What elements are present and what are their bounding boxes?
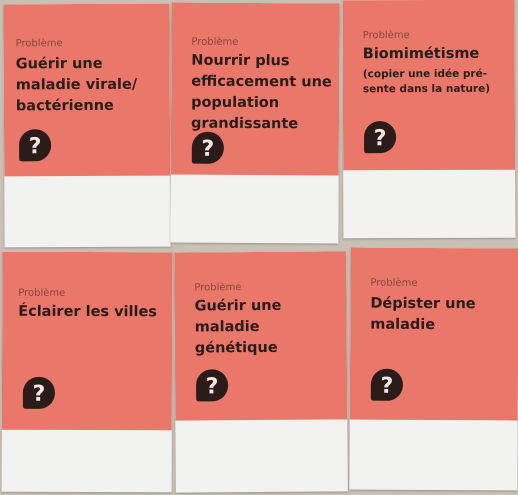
card-title: Éclairer les villes xyxy=(18,303,157,321)
problem-card: Problème Guérir une maladie virale/ bact… xyxy=(3,3,171,248)
svg-text:?: ? xyxy=(206,374,219,399)
question-badge-icon: ? xyxy=(363,120,397,154)
card-subtitle: (copier une idée pré-sente dans la natur… xyxy=(362,67,491,96)
card-kicker: Problème xyxy=(194,282,242,294)
svg-text:?: ? xyxy=(380,374,393,399)
card-title: Guérir une maladie génétique xyxy=(194,297,282,357)
card-title-block: Biomimétisme (copier une idée pré-sente … xyxy=(363,44,509,98)
card-kicker: Problème xyxy=(362,30,410,42)
card-title: Biomimétisme xyxy=(362,45,480,63)
svg-text:?: ? xyxy=(201,137,214,162)
problem-card: Problème Éclairer les villes ? xyxy=(1,251,173,493)
svg-text:?: ? xyxy=(374,126,387,151)
problem-card: Problème Dépister une maladie ? xyxy=(349,247,518,491)
card-title: Dépister une maladie xyxy=(370,295,476,334)
question-badge-icon: ? xyxy=(370,368,404,402)
card-kicker: Problème xyxy=(15,38,63,50)
card-title: Guérir une maladie virale/ bactérienne xyxy=(15,55,138,115)
card-kicker: Problème xyxy=(370,277,418,289)
question-badge-icon: ? xyxy=(18,128,52,162)
problem-card: Problème Biomimétisme (copier une idée p… xyxy=(342,0,516,239)
question-badge-icon: ? xyxy=(195,368,229,402)
card-title: Nourrir plus efficacement une population… xyxy=(190,52,332,133)
svg-text:?: ? xyxy=(29,134,42,159)
problem-card: Problème Guérir une maladie génétique ? xyxy=(174,251,348,493)
card-kicker: Problème xyxy=(18,287,66,299)
svg-text:?: ? xyxy=(32,382,45,407)
question-badge-icon: ? xyxy=(191,131,225,165)
problem-card: Problème Nourrir plus efficacement une p… xyxy=(170,2,340,244)
card-kicker: Problème xyxy=(191,36,239,48)
question-badge-icon: ? xyxy=(22,376,56,410)
